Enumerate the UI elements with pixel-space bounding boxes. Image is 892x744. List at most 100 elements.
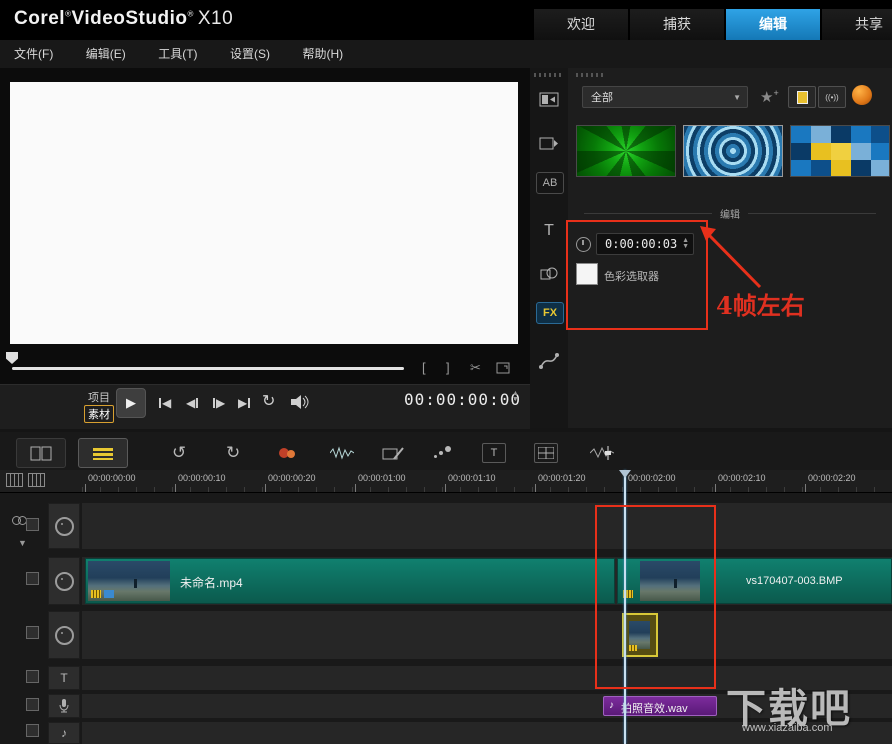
spin-down-icon[interactable]: ▼ — [682, 243, 689, 250]
track-ribbon-icon[interactable] — [26, 724, 39, 737]
storyboard-view-button[interactable] — [16, 438, 66, 468]
next-frame-button[interactable]: ▶ — [212, 395, 225, 411]
ruler-tick — [445, 484, 446, 492]
ripple-edit-button[interactable] — [434, 443, 452, 463]
filter-category-button[interactable]: FX — [536, 302, 564, 324]
gallery-view-button[interactable] — [788, 86, 816, 108]
timeline-view-icon — [93, 447, 113, 460]
play-button[interactable]: ▶ — [116, 388, 146, 418]
track-ribbon-icon[interactable] — [26, 572, 39, 585]
split-clip-icon[interactable]: ✂ — [470, 360, 481, 376]
sound-mixer-button[interactable] — [330, 443, 354, 463]
menu-settings[interactable]: 设置(S) — [216, 40, 284, 68]
chevron-down-icon: ▼ — [733, 93, 741, 102]
playhead-line[interactable] — [624, 470, 626, 744]
instant-project-icon — [539, 137, 558, 149]
trim-marker-handle[interactable] — [6, 352, 18, 364]
track-ribbon-icon[interactable] — [26, 626, 39, 639]
overlay-track-2-header[interactable] — [48, 611, 80, 659]
track-ribbon-icon[interactable] — [26, 698, 39, 711]
menu-help[interactable]: 帮助(H) — [288, 40, 357, 68]
clip-audio-effect[interactable]: ♪ 拍照音效.wav — [603, 696, 717, 716]
audio-ducking-button[interactable] — [590, 443, 614, 463]
panel-grip[interactable] — [576, 73, 606, 77]
clip-mode-button[interactable]: 素材 — [84, 405, 114, 423]
color-picker-swatch[interactable] — [576, 263, 598, 285]
menu-tools[interactable]: 工具(T) — [144, 40, 211, 68]
repeat-button[interactable]: ↻ — [262, 391, 275, 411]
ruler-tick — [265, 484, 266, 492]
spin-down-icon[interactable]: ▼ — [512, 396, 519, 403]
link-tracks-icon[interactable] — [12, 512, 27, 530]
redo-button[interactable]: ↻ — [226, 443, 240, 463]
title-bar: Corel®VideoStudio® X10 欢迎 捕获 编辑 共享 — [0, 0, 892, 40]
track-list-icon[interactable] — [28, 473, 45, 487]
video-track-header[interactable] — [48, 503, 80, 549]
instant-project-button[interactable] — [534, 128, 564, 158]
media-category-button[interactable] — [534, 84, 564, 114]
tab-share[interactable]: 共享 — [821, 9, 892, 40]
title-category-button[interactable]: T — [534, 216, 564, 246]
motion-path-icon — [539, 353, 559, 369]
mark-out-icon[interactable]: ] — [446, 360, 450, 375]
volume-icon[interactable] — [290, 394, 310, 415]
collapse-tracks-icon[interactable]: ▼ — [18, 538, 27, 548]
preview-panel: [ ] ✂ 项目 素材 ▶ ◀ ◀ ▶ ▶ ↻ 00:00:00:00 ▲ ▼ — [0, 68, 531, 429]
go-start-button[interactable]: ◀ — [158, 395, 171, 411]
transition-category-button[interactable]: AB — [536, 172, 564, 194]
auto-music-button[interactable] — [382, 443, 404, 463]
microphone-icon — [59, 699, 69, 713]
thumb-figure — [134, 579, 137, 588]
voice-track-header[interactable] — [48, 694, 80, 718]
title-track-header[interactable]: T — [48, 666, 80, 690]
tab-edit[interactable]: 编辑 — [725, 9, 820, 40]
filter-thumbnail-whirlpool[interactable] — [576, 125, 676, 177]
prev-frame-button[interactable]: ◀ — [186, 395, 199, 411]
timecode-spinner[interactable]: ▲ ▼ — [512, 390, 519, 403]
panel-grip[interactable] — [534, 73, 564, 77]
track-ribbon-icon[interactable] — [26, 518, 39, 531]
tab-capture[interactable]: 捕获 — [629, 9, 724, 40]
menu-edit[interactable]: 编辑(E) — [72, 40, 140, 68]
sound-wave-icon: ((•)) — [825, 92, 839, 102]
show-all-tracks-icon[interactable] — [6, 473, 23, 487]
record-capture-button[interactable] — [278, 443, 298, 463]
overlay-track-1-header[interactable] — [48, 557, 80, 605]
track-ribbon-icon[interactable] — [26, 670, 39, 683]
color-picker-label: 色彩选取器 — [604, 271, 659, 283]
go-start-icon: ◀ — [162, 396, 172, 410]
clip-main-video[interactable]: 未命名.mp4 — [85, 558, 615, 604]
filter-thumbnail-ripple[interactable] — [683, 125, 783, 177]
overlay-track-2-row[interactable] — [82, 611, 892, 659]
waveform-icon — [330, 446, 354, 460]
enlarge-preview-icon[interactable] — [496, 362, 510, 377]
orange-ball-icon[interactable] — [852, 85, 872, 105]
timeline-ruler[interactable]: 00:00:00:00 00:00:00:10 00:00:00:20 00:0… — [0, 470, 892, 493]
clip-bmp-image[interactable]: vs170407-003.BMP — [617, 558, 892, 604]
undo-button[interactable]: ↺ — [172, 443, 186, 463]
gallery-filter-dropdown[interactable]: 全部 ▼ — [582, 86, 748, 108]
menu-file[interactable]: 文件(F) — [0, 40, 67, 68]
music-track-header[interactable]: ♪ — [48, 722, 80, 744]
clip-name: vs170407-003.BMP — [746, 575, 843, 587]
tab-welcome[interactable]: 欢迎 — [533, 9, 628, 40]
subtitle-editor-button[interactable]: T — [482, 443, 506, 463]
timeline-view-button[interactable] — [78, 438, 128, 468]
go-end-button[interactable]: ▶ — [238, 395, 251, 411]
track-manager-button[interactable] — [534, 443, 558, 463]
ruler-label: 00:00:00:00 — [88, 473, 136, 483]
project-mode-button[interactable]: 项目 — [88, 389, 110, 405]
add-favorite-button[interactable]: ★+ — [760, 88, 779, 106]
duration-spinner[interactable]: ▲ ▼ — [682, 237, 689, 250]
scrub-bar[interactable] — [12, 367, 404, 370]
effect-duration-field[interactable]: 0:00:00:03 ▲ ▼ — [596, 233, 694, 255]
clip-overlay-small[interactable] — [622, 613, 658, 657]
graphic-category-button[interactable] — [534, 258, 564, 288]
audio-filter-button[interactable]: ((•)) — [818, 86, 846, 108]
mark-in-icon[interactable]: [ — [422, 360, 426, 375]
video-track-row[interactable] — [82, 503, 892, 549]
motion-path-button[interactable] — [534, 346, 564, 376]
music-note-icon: ♪ — [61, 726, 67, 740]
playhead-marker[interactable] — [619, 470, 631, 478]
filter-thumbnail-pixelate[interactable] — [790, 125, 890, 177]
